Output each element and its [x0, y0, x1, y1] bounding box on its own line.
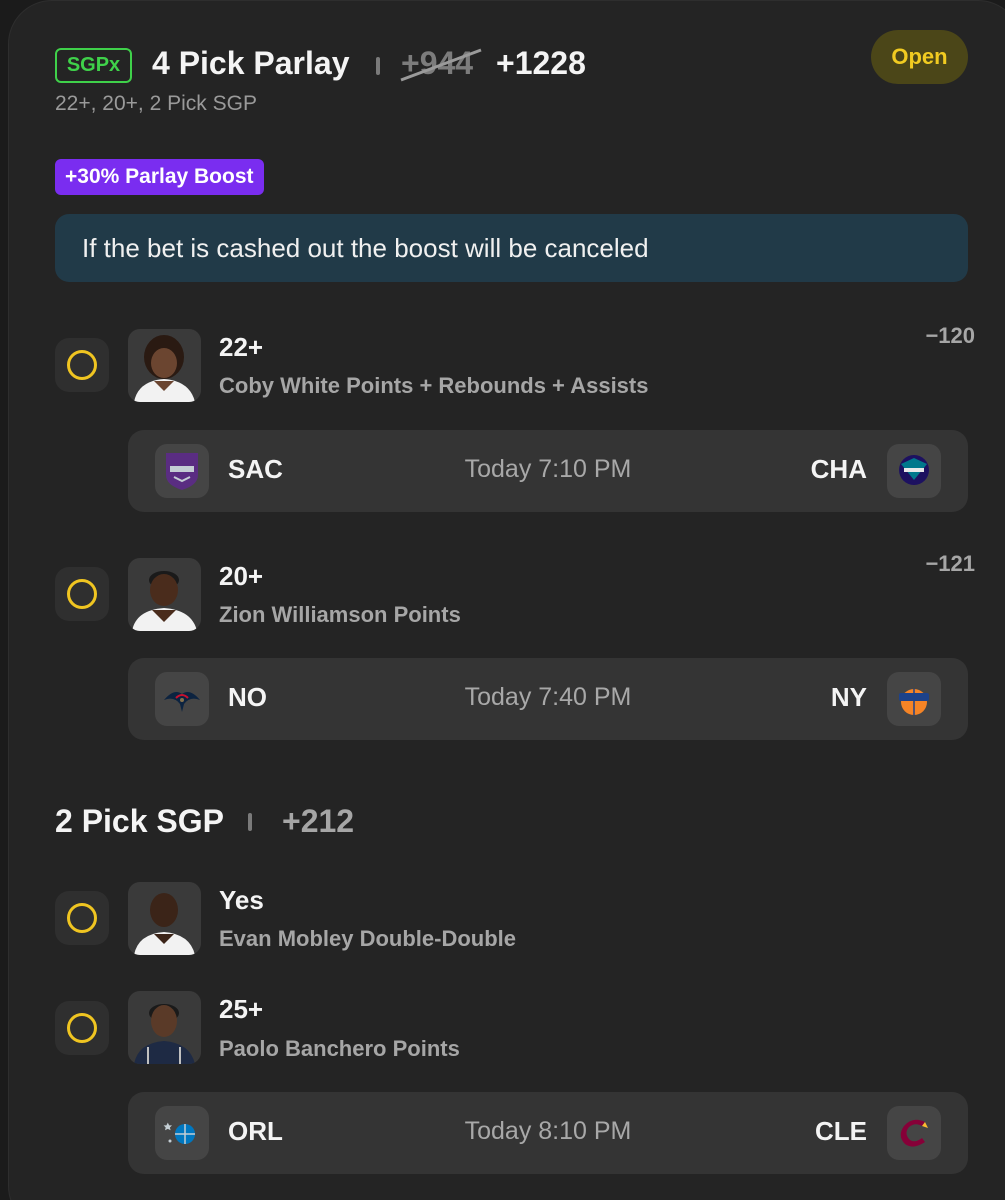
home-team: CHA: [810, 454, 867, 484]
pick-status-indicator: [55, 338, 109, 392]
pick-line: Yes: [219, 885, 264, 915]
parlay-legs-summary: 22+, 20+, 2 Pick SGP: [55, 92, 257, 115]
cashout-boost-notice-text: If the bet is cashed out the boost will …: [82, 232, 649, 263]
pick-odds: −121: [925, 551, 975, 576]
pending-circle-icon: [67, 350, 97, 380]
pick-description: Paolo Banchero Points: [219, 1036, 460, 1061]
game-matchup[interactable]: NO Today 7:40 PM NY: [128, 658, 968, 740]
pending-circle-icon: [67, 903, 97, 933]
pick-description: Zion Williamson Points: [219, 602, 461, 627]
player-headshot-icon: [128, 329, 201, 402]
cashout-boost-notice: If the bet is cashed out the boost will …: [55, 214, 968, 282]
pick-description: Evan Mobley Double-Double: [219, 926, 517, 951]
strikethrough-line: [400, 48, 482, 82]
game-matchup[interactable]: ORL Today 8:10 PM CLE: [128, 1092, 968, 1174]
sgpx-badge: SGPx: [55, 48, 132, 83]
sgp-divider: [248, 813, 252, 831]
home-team: CLE: [815, 1116, 867, 1146]
bet-card: SGPx 4 Pick Parlay +944 +1228 22+, 20+, …: [8, 0, 1005, 1200]
title-divider: [376, 57, 380, 75]
pick-status-indicator: [55, 891, 109, 945]
home-team: NY: [830, 682, 867, 712]
pick-odds: −120: [925, 323, 975, 348]
parlay-boost-badge: +30% Parlay Boost: [55, 159, 264, 195]
sgp-odds: +212: [282, 803, 355, 839]
player-headshot-icon: [128, 991, 201, 1064]
pick-line: 22+: [219, 332, 264, 362]
pending-circle-icon: [67, 579, 97, 609]
player-headshot-icon: [128, 882, 201, 955]
game-matchup[interactable]: SAC Today 7:10 PM CHA: [128, 430, 968, 512]
pick-line: 25+: [219, 994, 264, 1024]
cavaliers-logo-icon: [887, 1106, 941, 1160]
player-headshot-icon: [128, 558, 201, 631]
status-badge: Open: [871, 30, 968, 84]
pick-line: 20+: [219, 561, 264, 591]
boosted-odds: +1228: [496, 45, 586, 81]
sgp-title: 2 Pick SGP: [55, 803, 224, 839]
pick-status-indicator: [55, 567, 109, 621]
pick-status-indicator: [55, 1001, 109, 1055]
knicks-logo-icon: [887, 672, 941, 726]
hornets-logo-icon: [887, 444, 941, 498]
pending-circle-icon: [67, 1013, 97, 1043]
parlay-title: 4 Pick Parlay: [152, 45, 350, 81]
pick-description: Coby White Points + Rebounds + Assists: [219, 373, 649, 398]
